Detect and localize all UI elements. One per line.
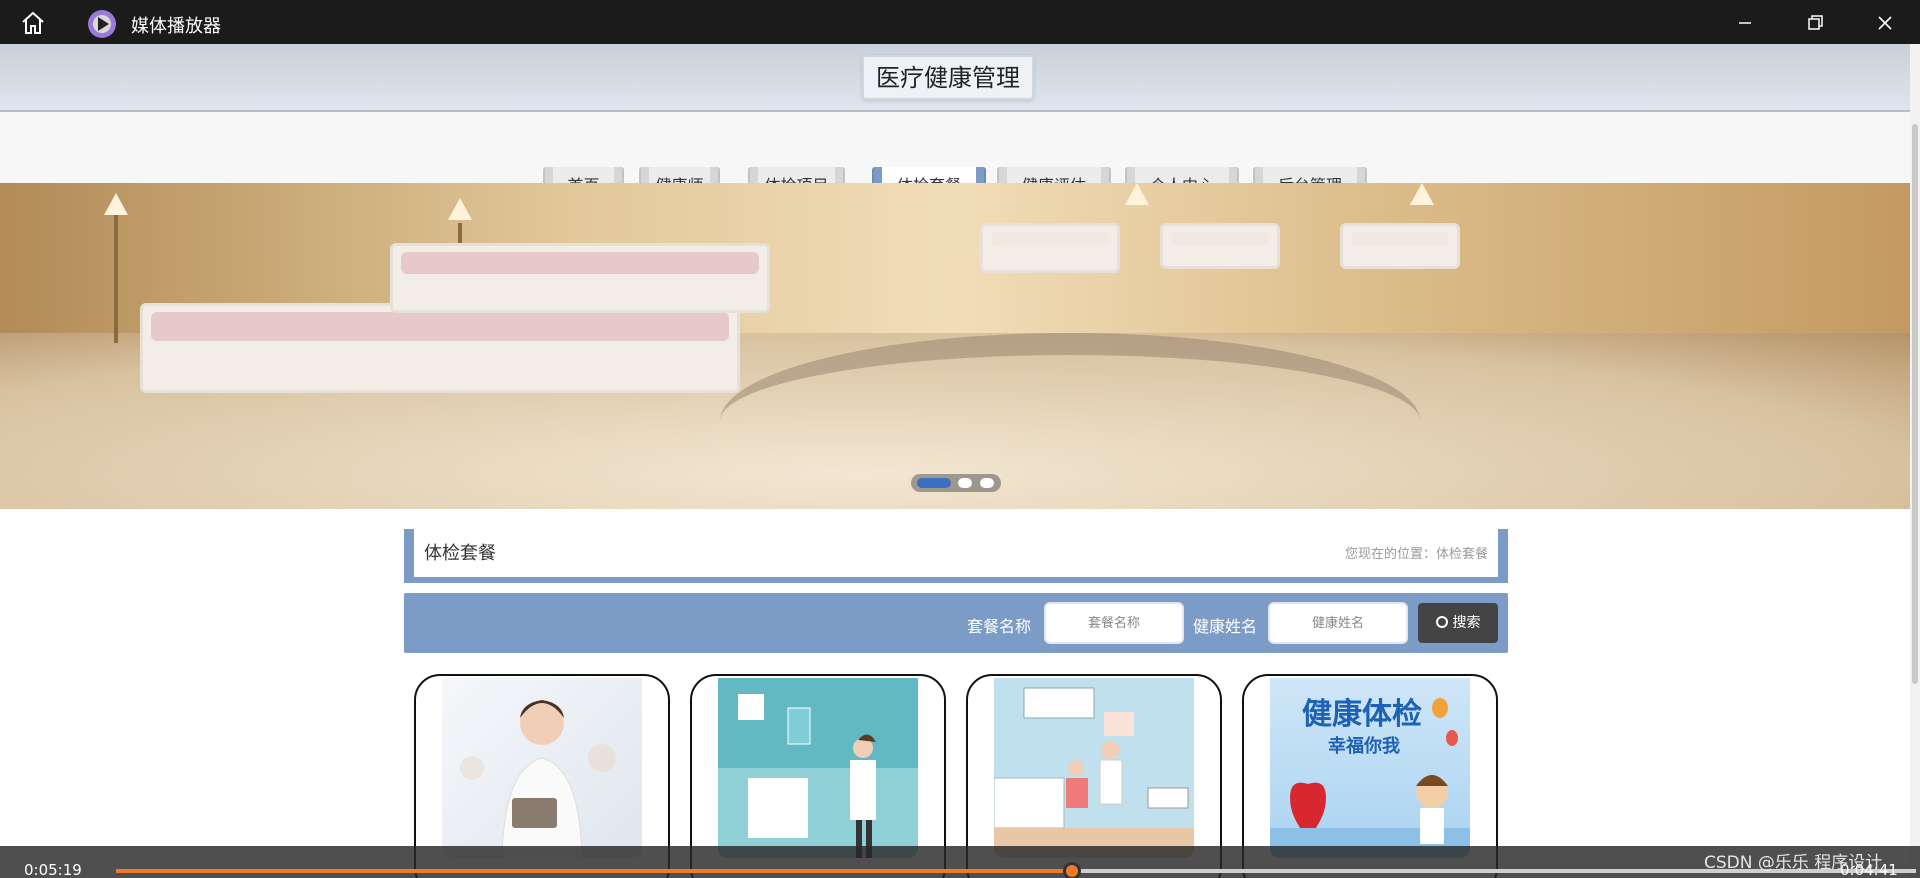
svg-text:健康体检: 健康体检 (1302, 697, 1422, 732)
hospital-bed (140, 303, 740, 393)
seek-bar-handle[interactable] (1062, 862, 1081, 878)
breadcrumb: 您现在的位置：体检套餐 (1344, 547, 1488, 562)
search-button[interactable]: 搜索 (1418, 603, 1498, 643)
hospital-bed (390, 243, 770, 313)
health-name-input[interactable] (1268, 602, 1408, 644)
health-name-label: 健康姓名 (1193, 617, 1258, 636)
hospital-bed (1340, 223, 1460, 269)
minimize-icon[interactable] (1730, 8, 1760, 38)
home-icon[interactable] (20, 10, 46, 36)
section-title: 体检套餐 (424, 543, 496, 564)
carousel-dot-3[interactable] (980, 478, 994, 488)
hospital-bed (980, 223, 1120, 273)
health-checkup-poster-image: 健康体检 幸福你我 (1270, 678, 1470, 858)
restore-icon[interactable] (1800, 8, 1830, 38)
banner-carousel[interactable] (0, 183, 1910, 509)
player-controls: 0:05:19 0:04:41 (0, 846, 1920, 878)
window-titlebar: 媒体播放器 (0, 0, 1920, 44)
doctor-with-tablet-image (442, 678, 642, 858)
close-icon[interactable] (1870, 8, 1900, 38)
package-name-label: 套餐名称 (967, 617, 1032, 636)
site-header: 医疗健康管理 (0, 44, 1910, 112)
seek-bar[interactable] (116, 862, 1916, 878)
svg-text:幸福你我: 幸福你我 (1328, 735, 1400, 757)
site-title: 医疗健康管理 (862, 55, 1034, 100)
media-player-icon (88, 10, 116, 38)
carousel-indicator (911, 474, 1001, 492)
package-name-input[interactable] (1044, 602, 1184, 644)
scrollbar-thumb[interactable] (1912, 124, 1918, 684)
doctor-patient-illustration-image (994, 678, 1194, 858)
dentist-illustration-image (718, 678, 918, 858)
carousel-dot-2[interactable] (958, 478, 972, 488)
carousel-dot-1[interactable] (917, 478, 951, 488)
web-page: 医疗健康管理 首页 健康师 体检项目 体检套餐 健康评估 个人中心 后台管理 (0, 44, 1910, 878)
window-title: 媒体播放器 (131, 16, 221, 37)
search-icon (1435, 616, 1448, 628)
section-header: 体检套餐 您现在的位置：体检套餐 (404, 529, 1508, 583)
elapsed-time: 0:05:19 (24, 861, 82, 878)
watermark: CSDN @乐乐 程序设计 (1704, 853, 1883, 873)
seek-bar-progress (116, 869, 1072, 873)
search-bar: 套餐名称 健康姓名 搜索 (404, 593, 1508, 653)
page-scrollbar[interactable] (1910, 44, 1920, 878)
hospital-bed (1160, 223, 1280, 269)
